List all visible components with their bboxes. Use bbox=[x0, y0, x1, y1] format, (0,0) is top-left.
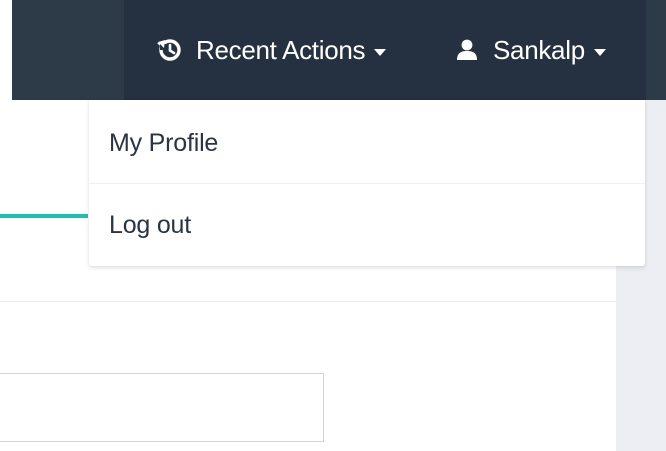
text-input[interactable] bbox=[0, 373, 324, 442]
recent-actions-button[interactable]: Recent Actions bbox=[156, 0, 387, 100]
navbar-edge bbox=[646, 0, 666, 100]
history-icon bbox=[156, 37, 182, 63]
user-icon bbox=[455, 38, 479, 62]
navbar-left-strip bbox=[0, 0, 12, 100]
menu-item-my-profile[interactable]: My Profile bbox=[89, 102, 645, 184]
menu-item-label: Log out bbox=[109, 210, 192, 239]
menu-item-label: My Profile bbox=[109, 128, 219, 157]
user-name-label: Sankalp bbox=[493, 34, 585, 65]
user-menu-button[interactable]: Sankalp bbox=[455, 0, 606, 100]
caret-down-icon bbox=[593, 48, 606, 56]
user-dropdown-menu: My Profile Log out bbox=[89, 100, 645, 266]
menu-item-log-out[interactable]: Log out bbox=[89, 184, 645, 266]
active-tab-indicator bbox=[0, 214, 88, 218]
recent-actions-label: Recent Actions bbox=[196, 34, 366, 65]
content-divider bbox=[0, 301, 616, 302]
caret-down-icon bbox=[374, 48, 387, 56]
